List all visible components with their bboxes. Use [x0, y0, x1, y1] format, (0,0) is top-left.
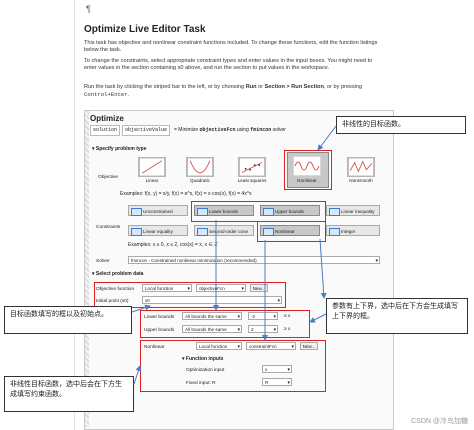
arrow-to-objective-function — [131, 304, 151, 313]
watermark: CSDN @冷鸟加糖 — [411, 418, 468, 425]
arrow-from-upper-bound-button — [319, 238, 327, 299]
arrow-to-bounds — [309, 313, 327, 323]
annotation-arrows — [131, 125, 337, 385]
arrow-to-nonlinear-objective — [317, 125, 337, 151]
arrow-to-nonlinear-constraint — [133, 365, 142, 385]
